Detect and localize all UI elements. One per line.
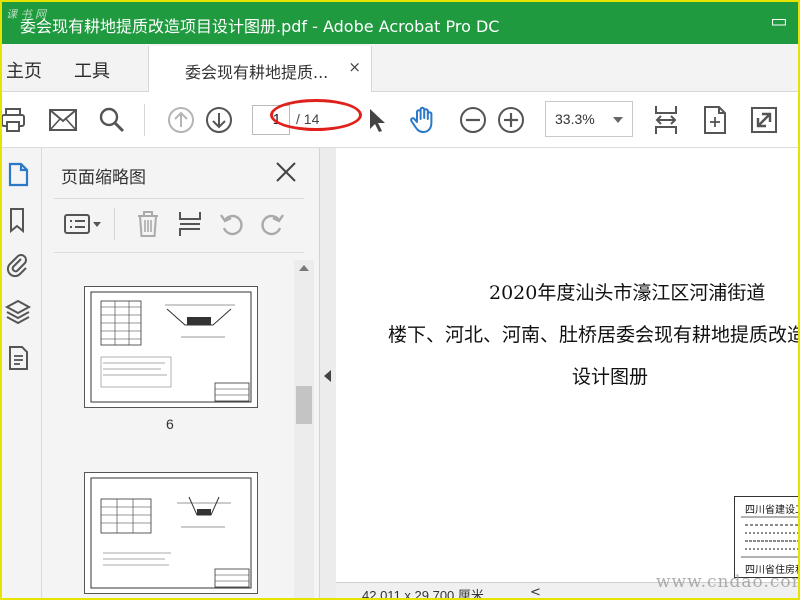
document-tab-label: 委会现有耕地提质...: [185, 63, 329, 82]
rotate-clockwise-icon[interactable]: [256, 208, 288, 240]
panel-collapse-handle[interactable]: [320, 148, 336, 598]
title-bar: 课 书 网 委会现有耕地提质改造项目设计图册.pdf - Adobe Acrob…: [2, 2, 798, 44]
page-thumbnails-icon[interactable]: [4, 160, 32, 188]
panel-toolbar-divider: [114, 208, 115, 240]
panel-divider: [54, 252, 304, 253]
next-page-icon[interactable]: [203, 104, 235, 136]
panel-divider: [54, 198, 304, 199]
thumbnail-page-number: 6: [166, 416, 174, 432]
collapse-arrow-icon: [324, 370, 331, 382]
zoom-out-icon[interactable]: [457, 104, 489, 136]
main-toolbar: 1 / 14 33.3%: [2, 92, 798, 148]
panel-title: 页面缩略图: [61, 168, 146, 188]
window-title: 委会现有耕地提质改造项目设计图册.pdf - Adobe Acrobat Pro…: [20, 17, 500, 36]
attachments-icon[interactable]: [4, 252, 32, 280]
zoom-in-icon[interactable]: [495, 104, 527, 136]
full-screen-icon[interactable]: [748, 104, 780, 136]
previous-page-icon[interactable]: [165, 104, 197, 136]
close-panel-icon[interactable]: [272, 158, 300, 186]
rotate-counterclockwise-icon[interactable]: [216, 208, 248, 240]
rotate-view-icon[interactable]: [699, 104, 731, 136]
stamp-detail: [741, 516, 798, 558]
insert-page-icon[interactable]: [174, 208, 206, 240]
tab-bar: 主页 工具: [2, 44, 798, 92]
print-icon[interactable]: [2, 104, 30, 136]
scroll-left-icon[interactable]: <: [530, 585, 541, 598]
chevron-down-icon: [613, 117, 623, 123]
app-window: 课 书 网 委会现有耕地提质改造项目设计图册.pdf - Adobe Acrob…: [0, 0, 800, 600]
document-view[interactable]: 2020年度汕头市濠江区河浦街道 楼下、河北、河南、肚桥居委会现有耕地提质改造 …: [336, 148, 800, 598]
page-thumbnail[interactable]: [84, 286, 258, 408]
thumbnail-scrollbar[interactable]: [294, 260, 314, 598]
fit-page-icon[interactable]: [650, 104, 682, 136]
hand-tool-icon[interactable]: [407, 104, 439, 136]
window-restore-icon[interactable]: ▭: [768, 11, 790, 33]
page-dimensions: 42.011 x 29.700 厘米: [362, 588, 484, 600]
delete-page-icon[interactable]: [132, 208, 164, 240]
page-thumbnail[interactable]: [84, 472, 258, 594]
select-cursor-icon[interactable]: [360, 104, 392, 136]
scroll-up-icon[interactable]: [299, 265, 309, 271]
nav-tools[interactable]: 工具: [74, 57, 110, 83]
nav-home[interactable]: 主页: [6, 57, 42, 83]
document-properties-icon[interactable]: [4, 344, 32, 372]
page-number-input[interactable]: 1: [252, 105, 290, 135]
total-pages: / 14: [296, 111, 320, 127]
thumbnail-options-icon[interactable]: [62, 208, 104, 240]
stamp-header: 四川省建设工: [745, 505, 800, 516]
email-icon[interactable]: [47, 104, 79, 136]
bookmarks-icon[interactable]: [4, 206, 32, 234]
zoom-level-value: 33.3%: [555, 111, 595, 127]
page-thumbnails-panel: 页面缩略图 6: [42, 148, 320, 598]
certification-stamp: 四川省建设工 四川省住房和: [734, 496, 800, 578]
close-tab-icon[interactable]: ×: [348, 58, 361, 76]
document-title-line-2: 楼下、河北、河南、肚桥居委会现有耕地提质改造: [388, 324, 800, 346]
document-title-line-3: 设计图册: [572, 366, 649, 388]
document-tab[interactable]: 委会现有耕地提质... ×: [148, 46, 372, 92]
toolbar-divider: [144, 104, 145, 136]
search-icon[interactable]: [96, 104, 128, 136]
layers-icon[interactable]: [4, 298, 32, 326]
navigation-rail: [2, 148, 42, 598]
scrollbar-thumb[interactable]: [296, 386, 312, 424]
site-watermark: www.cndao.com: [656, 572, 800, 592]
document-title-line-1: 2020年度汕头市濠江区河浦街道: [489, 282, 766, 304]
zoom-level-select[interactable]: 33.3%: [545, 101, 633, 137]
